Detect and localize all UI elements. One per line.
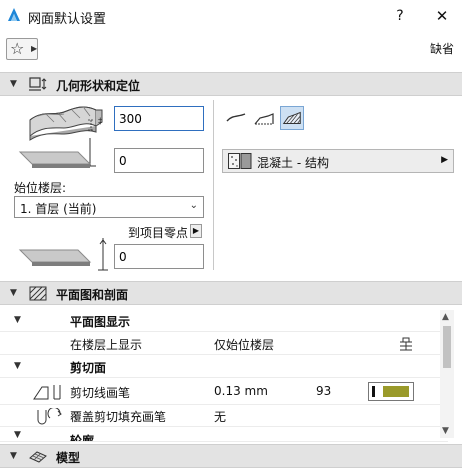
reference-label: 到项目零点 (128, 226, 189, 240)
tree-group-cut-surfaces[interactable]: ▼ 剪切面 (0, 356, 448, 378)
collapse-triangle-icon[interactable]: ▼ (14, 315, 21, 325)
default-label: 缺省 (429, 42, 454, 56)
submenu-arrow-icon: ▶ (441, 155, 448, 165)
offset-input[interactable] (114, 148, 204, 173)
surface-with-skirt-icon[interactable] (252, 106, 276, 130)
favorites-arrow-icon: ▶ (31, 44, 38, 53)
chevron-down-icon: ⌄ (189, 200, 198, 211)
archicad-icon (8, 8, 20, 21)
collapse-triangle-icon[interactable]: ▼ (10, 288, 17, 298)
geometry-icon (29, 77, 47, 91)
section-title-plan: 平面图和剖面 (56, 288, 129, 302)
tree-group-label: 剪切面 (70, 361, 107, 375)
collapse-triangle-icon[interactable]: ▼ (14, 361, 21, 371)
tree-group-outlines[interactable]: ▼ 轮廓 (0, 428, 448, 442)
home-story-value: 1. 首层 (当前) (20, 202, 97, 216)
model-icon (29, 451, 47, 463)
section-title-geometry: 几何形状和定位 (56, 79, 141, 93)
pen-color-swatch[interactable] (368, 382, 414, 401)
home-story-label: 始位楼层: (14, 181, 67, 195)
reference-line-icon (98, 238, 108, 271)
cut-line-icon (33, 385, 61, 400)
property-label: 剪切线画笔 (70, 386, 131, 400)
solid-mesh-icon[interactable] (280, 106, 304, 130)
scroll-down-icon[interactable]: ▼ (442, 426, 449, 436)
collapse-triangle-icon[interactable]: ▼ (14, 430, 21, 440)
svg-text:‡: ‡ (98, 117, 103, 127)
story-icon (400, 337, 412, 351)
slab-graphic (18, 151, 92, 168)
section-geometry-header[interactable]: ▼ 几何形状和定位 (0, 72, 462, 96)
home-story-select[interactable]: 1. 首层 (当前) ⌄ (14, 196, 204, 218)
tree-group-plan-display[interactable]: ▼ 平面图显示 (0, 310, 448, 332)
slab-graphic-lower (18, 249, 92, 266)
tree-group-label: 轮廓 (70, 434, 95, 442)
tree-group-label: 平面图显示 (70, 315, 131, 329)
tree-row-override-fill-pen[interactable]: 覆盖剪切填充画笔 无 (0, 405, 448, 427)
override-fill-icon (37, 408, 62, 425)
building-material-select[interactable]: 混凝土 - 结构 ▶ (222, 149, 454, 173)
favorites-button[interactable]: ☆ ▶ (6, 38, 38, 60)
property-value[interactable]: 仅始位楼层 (214, 336, 274, 353)
property-value[interactable]: 无 (214, 408, 226, 425)
pen-number[interactable]: 93 (316, 384, 331, 398)
star-icon: ☆ (10, 39, 25, 58)
surface-only-icon[interactable] (224, 106, 248, 130)
section-plan-header[interactable]: ▼ 平面图和剖面 (0, 281, 462, 305)
title-bar: 网面默认设置 ? ✕ (0, 0, 462, 32)
thickness-input[interactable] (114, 106, 204, 131)
floor-plan-icon (29, 286, 47, 301)
property-label: 在楼层上显示 (70, 338, 143, 352)
reference-offset-input[interactable] (114, 244, 204, 269)
tree-scrollbar[interactable]: ▲ ▼ (440, 310, 454, 438)
collapse-triangle-icon[interactable]: ▼ (10, 451, 17, 461)
close-button[interactable]: ✕ (432, 6, 452, 26)
collapse-triangle-icon[interactable]: ▼ (10, 79, 17, 89)
property-label: 覆盖剪切填充画笔 (70, 410, 167, 424)
scroll-thumb[interactable] (443, 326, 451, 368)
help-button[interactable]: ? (390, 6, 410, 26)
material-hatch-icon (228, 153, 252, 169)
reference-arrow-button[interactable]: ▶ (190, 224, 202, 238)
window-title: 网面默认设置 (28, 12, 107, 27)
scroll-up-icon[interactable]: ▲ (442, 312, 449, 322)
tree-row-show-on-stories[interactable]: 在楼层上显示 仅始位楼层 (0, 333, 448, 355)
section-title-model: 模型 (56, 451, 81, 465)
section-model-header[interactable]: ▼ 模型 (0, 444, 462, 468)
pen-weight-value[interactable]: 0.13 mm (214, 384, 268, 398)
material-label: 混凝土 - 结构 (257, 156, 329, 170)
vertical-divider (213, 100, 214, 270)
